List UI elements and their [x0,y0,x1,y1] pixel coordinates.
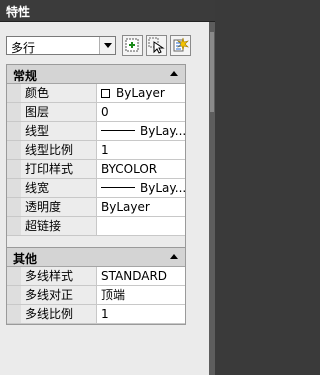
property-row-plot-style[interactable]: 打印样式 BYCOLOR [7,160,185,179]
property-row-layer[interactable]: 图层 0 [7,103,185,122]
property-value[interactable]: STANDARD [98,267,185,285]
property-value: ByLay... [140,181,185,195]
category-spacer [7,236,185,248]
row-gutter [7,286,21,304]
color-swatch-icon [101,89,110,98]
toggle-pickadd-button[interactable] [122,35,143,56]
property-row-hyperlink[interactable]: 超链接 [7,217,185,236]
property-label: 超链接 [21,217,97,235]
row-gutter [7,84,21,102]
category-header-general[interactable]: 常规 [7,65,185,84]
collapse-arrow-icon[interactable] [170,71,178,76]
palette-side-strip[interactable] [209,22,215,375]
property-label: 打印样式 [21,160,97,178]
row-gutter [7,217,21,235]
row-gutter [7,141,21,159]
row-gutter [7,305,21,323]
property-value[interactable]: 0 [98,103,185,121]
property-row-color[interactable]: 颜色 ByLayer [7,84,185,103]
property-value-field[interactable]: ByLay... [98,122,185,140]
property-label: 颜色 [21,84,97,102]
object-type-value: 多行 [11,41,36,55]
property-row-linetype[interactable]: 线型 ByLay... [7,122,185,141]
property-value[interactable]: BYCOLOR [98,160,185,178]
property-label: 线宽 [21,179,97,197]
chevron-down-icon[interactable] [99,37,115,54]
property-label: 线型比例 [21,141,97,159]
category-name: 其他 [13,252,38,266]
property-value[interactable]: 顶端 [98,286,185,304]
property-row-transparency[interactable]: 透明度 ByLayer [7,198,185,217]
property-label: 透明度 [21,198,97,216]
properties-palette: 特性 多行 常规 颜色 ByLayer 图层 0 线型 ByLay... 线型比… [0,0,215,375]
row-gutter [7,122,21,140]
property-label: 多线比例 [21,305,97,323]
property-value-field[interactable]: ByLay... [98,179,185,197]
lineweight-sample-icon [101,187,135,188]
linetype-sample-icon [101,130,135,131]
property-grid: 常规 颜色 ByLayer 图层 0 线型 ByLay... 线型比例 1 打印… [6,64,186,325]
row-gutter [7,160,21,178]
property-label: 多线样式 [21,267,97,285]
row-gutter [7,103,21,121]
row-gutter [7,267,21,285]
property-label: 线型 [21,122,97,140]
property-label: 多线对正 [21,286,97,304]
property-value[interactable]: ByLayer [98,198,185,216]
property-value[interactable]: 1 [98,141,185,159]
row-gutter [7,198,21,216]
select-objects-button[interactable] [146,35,167,56]
palette-title-bar[interactable]: 特性 [0,0,215,22]
property-value[interactable] [98,217,185,235]
property-value-field[interactable]: ByLayer [98,84,185,102]
property-value: ByLayer [116,86,165,100]
quick-select-button[interactable] [170,35,191,56]
property-value: ByLay... [140,124,185,138]
palette-title: 特性 [6,5,31,19]
property-row-linetype-scale[interactable]: 线型比例 1 [7,141,185,160]
category-name: 常规 [13,69,38,83]
row-gutter [7,179,21,197]
collapse-arrow-icon[interactable] [170,254,178,259]
property-value[interactable]: 1 [98,305,185,323]
property-row-lineweight[interactable]: 线宽 ByLay... [7,179,185,198]
object-type-dropdown[interactable]: 多行 [6,36,116,55]
property-row-mline-justification[interactable]: 多线对正 顶端 [7,286,185,305]
property-row-mline-scale[interactable]: 多线比例 1 [7,305,185,324]
category-header-misc[interactable]: 其他 [7,248,185,267]
property-row-mline-style[interactable]: 多线样式 STANDARD [7,267,185,286]
palette-scroll-thumb[interactable] [210,32,214,112]
property-label: 图层 [21,103,97,121]
